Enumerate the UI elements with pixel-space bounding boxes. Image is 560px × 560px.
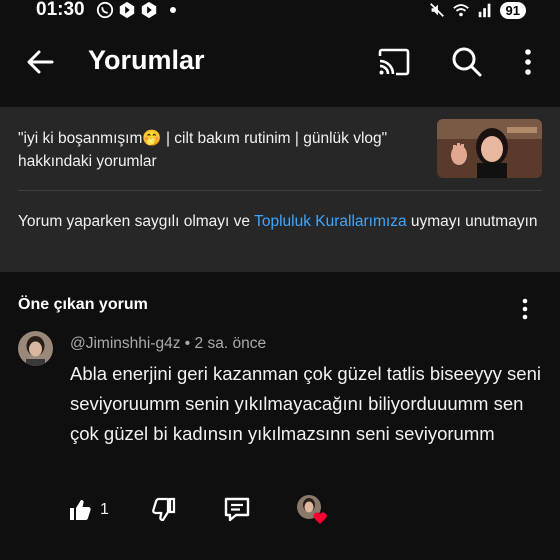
- video-header-card: "iyi ki boşanmışım🤭 | cilt bakım rutinim…: [0, 107, 560, 272]
- video-thumbnail[interactable]: [437, 119, 542, 178]
- dislike-icon[interactable]: [148, 494, 178, 524]
- app-bar: Yorumlar: [0, 30, 560, 94]
- community-guidelines-notice: Yorum yaparken saygılı olmayı ve Toplulu…: [18, 210, 543, 234]
- comment-author[interactable]: @Jiminshhi-g4z: [70, 335, 181, 352]
- status-bar: 01:30 91: [0, 0, 560, 22]
- like-button[interactable]: 1: [68, 494, 116, 526]
- like-icon: [70, 500, 91, 520]
- notification-icons: [96, 0, 176, 20]
- battery-level: 91: [499, 1, 526, 19]
- community-guidelines-link[interactable]: Topluluk Kurallarımıza: [254, 213, 406, 230]
- heart-icon: [297, 495, 327, 524]
- thumbnail-image: [437, 119, 542, 178]
- signal-icon: [478, 3, 490, 18]
- page-title: Yorumlar: [88, 45, 205, 75]
- system-icons: 91: [428, 0, 526, 20]
- more-icon[interactable]: [515, 296, 535, 322]
- mute-icon: [429, 3, 444, 17]
- whatsapp-icon: [96, 1, 114, 19]
- avatar[interactable]: [18, 331, 53, 366]
- comment-actions: 1: [0, 494, 560, 526]
- more-icon[interactable]: [518, 46, 538, 78]
- guidelines-text-end: uymayı unutmayın: [406, 213, 538, 230]
- featured-comment-label: Öne çıkan yorum: [18, 296, 148, 313]
- video-title: "iyi ki boşanmışım🤭 | cilt bakım rutinim…: [18, 130, 388, 170]
- back-icon[interactable]: [24, 46, 56, 78]
- comment-meta: @Jiminshhi-g4z • 2 sa. önce: [70, 335, 266, 353]
- reply-icon[interactable]: [222, 494, 252, 524]
- avatar-image: [18, 331, 53, 366]
- app-icon: [141, 1, 157, 19]
- comment-text: Abla enerjini geri kazanman çok güzel ta…: [70, 363, 541, 444]
- divider: [18, 190, 542, 191]
- wifi-icon: [452, 4, 469, 17]
- like-count: 1: [100, 501, 109, 518]
- more-notifications-dot: [170, 7, 176, 13]
- cast-icon[interactable]: [377, 46, 411, 78]
- comment-time: • 2 sa. önce: [180, 335, 267, 352]
- status-time: 01:30: [36, 0, 85, 20]
- search-icon[interactable]: [450, 45, 484, 79]
- app-icon: [119, 1, 135, 19]
- guidelines-text: Yorum yaparken saygılı olmayı ve: [18, 213, 255, 230]
